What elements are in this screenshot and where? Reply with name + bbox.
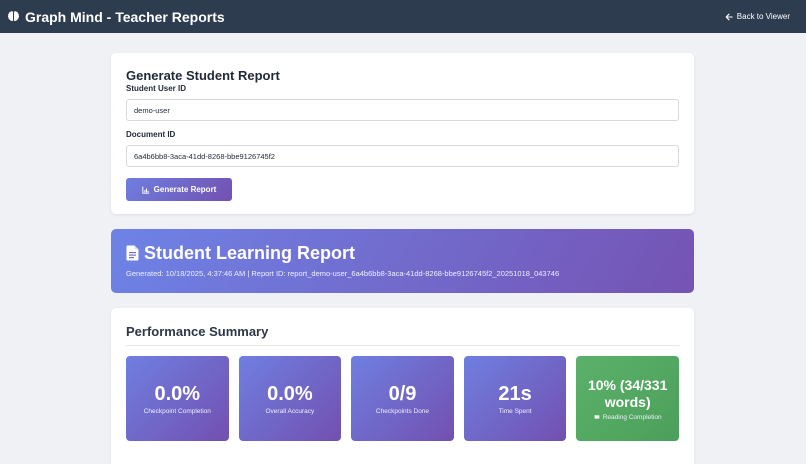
stat-label: Checkpoints Done [375,407,430,415]
book-icon [594,415,600,420]
generate-report-title: Generate Student Report [126,68,280,83]
chart-icon [141,186,149,194]
generate-report-button-label: Generate Report [153,185,217,194]
student-user-id-label: Student User ID [126,84,187,93]
report-meta: Generated: 10/18/2025, 4:37:46 AM | Repo… [126,269,560,278]
arrow-left-icon [725,13,733,20]
student-user-id-input[interactable] [126,99,679,121]
stats-row: 0.0% Checkpoint Completion 0.0% Overall … [126,356,679,441]
document-id-label: Document ID [126,130,176,139]
stat-checkpoints-done: 0/9 Checkpoints Done [351,356,454,441]
stat-label: Reading Completion [602,413,662,421]
back-link-label: Back to Viewer [736,12,790,21]
stat-reading-completion: 10% (34/331 words) Reading Completion [576,356,679,441]
report-title-text: Student Learning Report [144,243,355,263]
stat-value: 10% (34/331 words) [587,376,668,410]
performance-summary-card: Performance Summary 0.0% Checkpoint Comp… [111,308,694,464]
stat-value: 21s [498,382,532,405]
app-title: Graph Mind - Teacher Reports [25,8,225,25]
report-header-banner: Student Learning Report Generated: 10/18… [111,229,694,293]
stat-time-spent: 21s Time Spent [463,356,567,441]
stat-label-row: Reading Completion [594,414,662,421]
stat-checkpoint-completion: 0.0% Checkpoint Completion [126,356,229,441]
back-to-viewer-link[interactable]: Back to Viewer [725,12,790,21]
stat-label: Overall Accuracy [265,407,315,415]
top-navbar: Graph Mind - Teacher Reports Back to Vie… [0,0,806,33]
stat-value: 0.0% [267,382,313,405]
report-title: Student Learning Report [126,243,679,263]
stat-overall-accuracy: 0.0% Overall Accuracy [238,356,342,441]
app-brand: Graph Mind - Teacher Reports [7,9,225,25]
document-id-input[interactable] [126,145,679,167]
performance-summary-title: Performance Summary [126,324,679,346]
stat-value: 0/9 [388,382,417,405]
stat-value: 0.0% [154,382,201,405]
stat-label: Time Spent [498,407,532,415]
generate-report-button[interactable]: Generate Report [126,178,232,201]
brain-icon [7,11,20,22]
stat-label: Checkpoint Completion [143,407,211,415]
document-icon [126,245,139,261]
generate-report-card: Generate Student Report Student User ID … [111,53,694,214]
